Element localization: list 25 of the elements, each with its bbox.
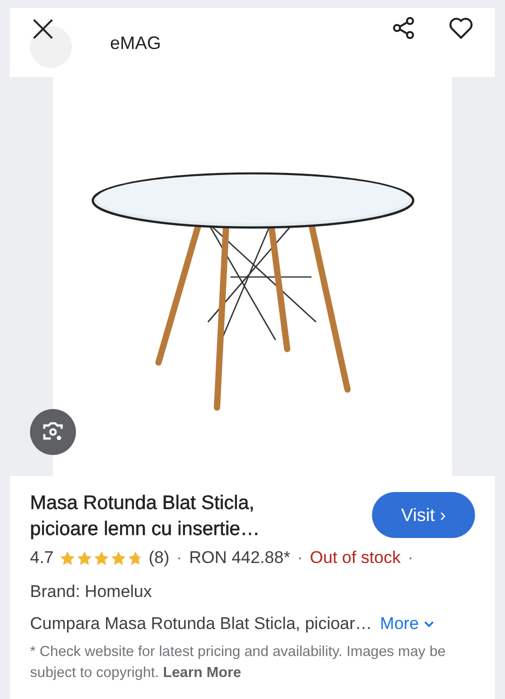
separator: ·: [408, 548, 414, 568]
heart-icon[interactable]: [448, 15, 474, 41]
store-logo: [30, 26, 72, 68]
close-icon[interactable]: [32, 18, 54, 40]
brand-label: Brand: Homelux: [30, 582, 153, 602]
share-icon[interactable]: [392, 16, 416, 40]
product-description: Cumpara Masa Rotunda Blat Sticla, picioar…: [30, 614, 372, 634]
separator: ·: [176, 548, 182, 568]
separator: ·: [297, 548, 303, 568]
star-icon: [58, 550, 76, 566]
store-name: eMAG: [110, 33, 162, 54]
lens-icon[interactable]: [30, 409, 76, 455]
rating-value: 4.7: [30, 548, 54, 568]
visit-button[interactable]: Visit ›: [372, 492, 475, 538]
star-icon: [110, 550, 127, 566]
price: RON 442.88*: [189, 548, 290, 568]
product-title: Masa Rotunda Blat Sticla, picioare lemn cu insertie…: [30, 491, 261, 542]
disclaimer-text: * Check website for latest pricing and availability. Images may be subject to copyright. Learn More: [30, 643, 447, 683]
more-link[interactable]: More: [380, 614, 435, 634]
learn-more-link[interactable]: Learn More: [163, 665, 242, 681]
star-icon: [126, 550, 144, 566]
review-count: (8): [148, 548, 170, 568]
star-icon: [76, 550, 93, 566]
availability-status: Out of stock: [310, 548, 401, 568]
star-icon: [92, 550, 110, 566]
